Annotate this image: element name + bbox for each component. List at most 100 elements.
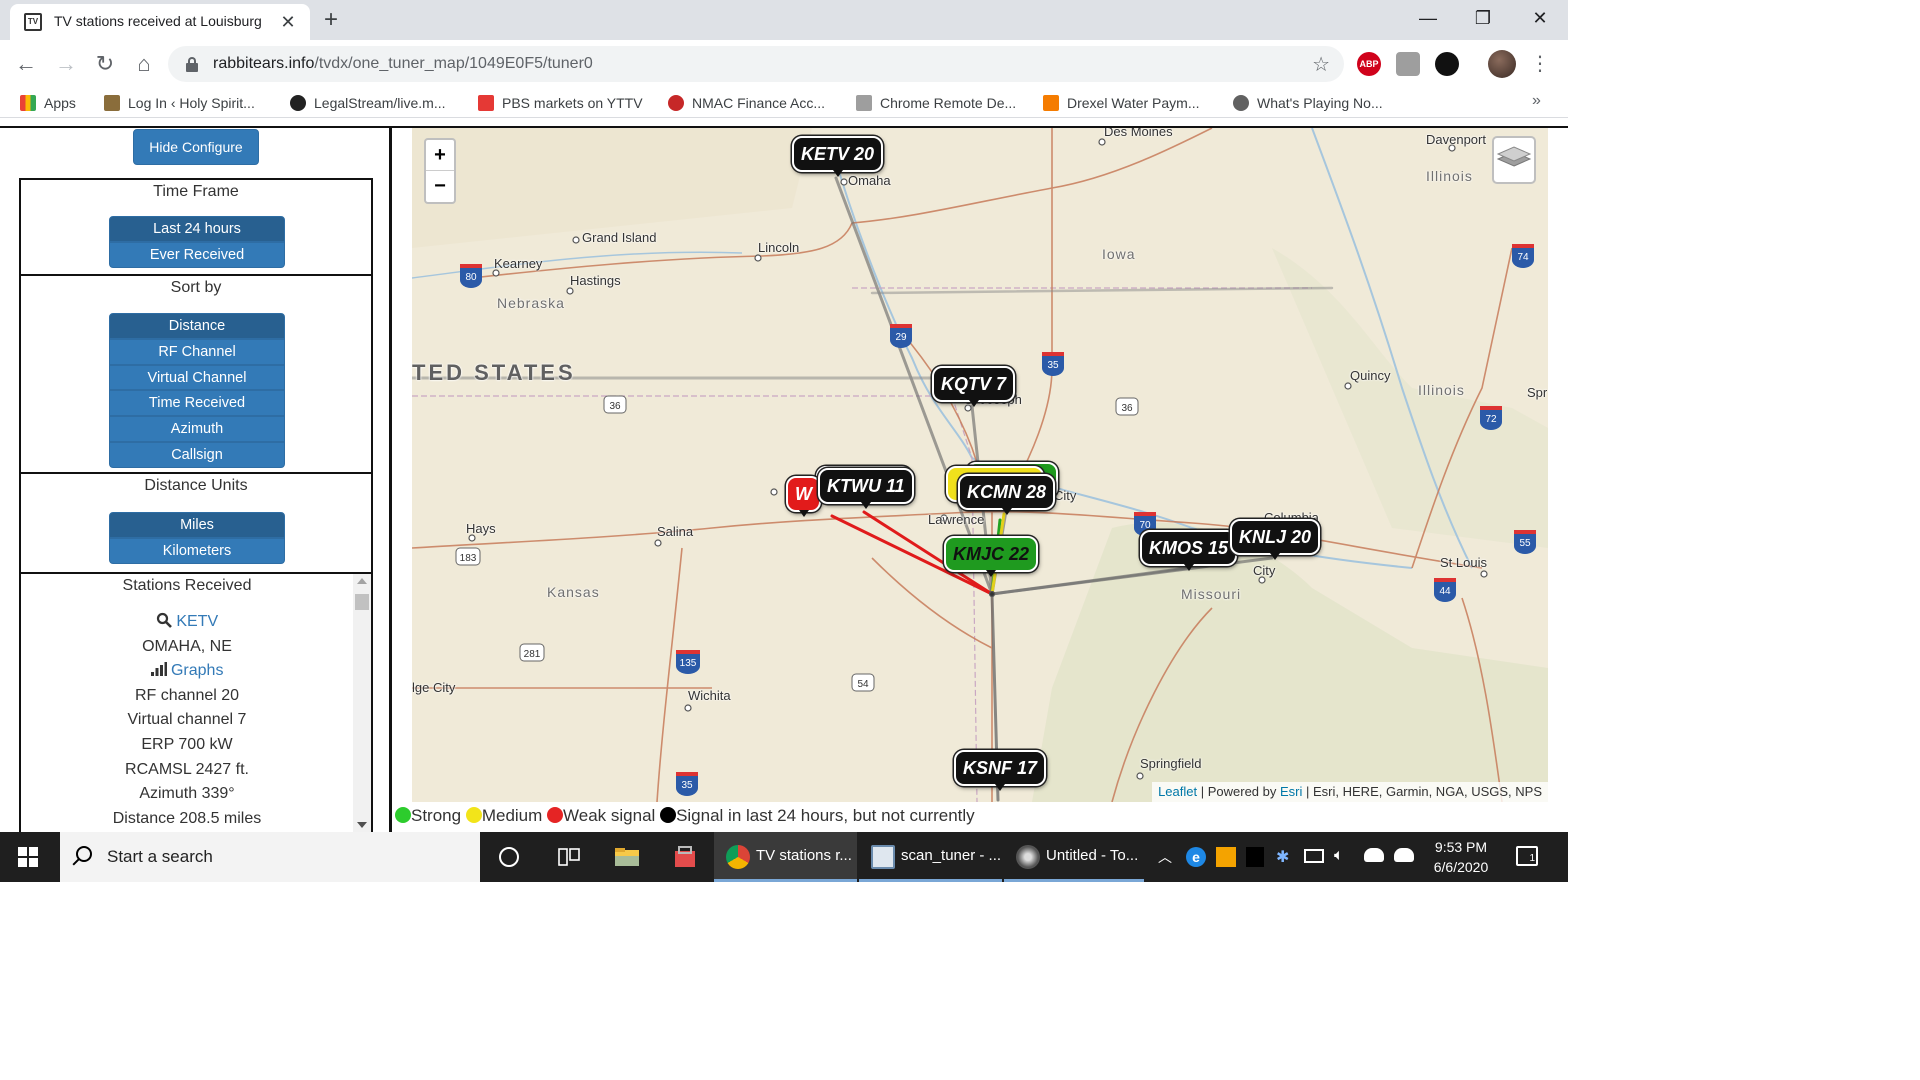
notifications-icon[interactable]: 1 bbox=[1516, 846, 1538, 866]
tray-app-icon[interactable] bbox=[1216, 847, 1236, 867]
tray-chevron-icon[interactable]: ︿ bbox=[1158, 847, 1172, 867]
map-attribution: Leaflet | Powered by Esri | Esri, HERE, … bbox=[1152, 782, 1548, 802]
leaflet-link[interactable]: Leaflet bbox=[1158, 784, 1197, 799]
label-st-louis: St Louis bbox=[1440, 555, 1487, 570]
station-marker-ketv[interactable]: KETV 20 bbox=[792, 136, 884, 177]
station-marker-kmos[interactable]: KMOS 15 bbox=[1140, 530, 1238, 571]
menu-kebab-icon[interactable]: ⋮ bbox=[1530, 50, 1550, 78]
station-marker-ktwu[interactable]: KTWU 11 bbox=[818, 468, 914, 509]
adblock-icon[interactable]: ABP bbox=[1357, 52, 1381, 76]
restore-icon[interactable]: ❐ bbox=[1463, 4, 1503, 32]
sort-distance[interactable]: Distance bbox=[109, 313, 285, 339]
scroll-down-icon[interactable] bbox=[357, 822, 367, 828]
station-marker-kcmn[interactable]: KCMN 28 bbox=[958, 474, 1056, 515]
lock-icon[interactable] bbox=[186, 57, 198, 72]
taskbar-app-scan-tuner[interactable]: scan_tuner - ... bbox=[859, 832, 1002, 882]
station-graphs-link[interactable]: Graphs bbox=[171, 662, 223, 679]
bookmark-whats-playing[interactable]: What's Playing No... bbox=[1233, 93, 1383, 113]
sort-azimuth[interactable]: Azimuth bbox=[109, 416, 285, 442]
onedrive-business-icon[interactable] bbox=[1394, 848, 1414, 862]
esri-link[interactable]: Esri bbox=[1280, 784, 1302, 799]
tab-close-icon[interactable]: ✕ bbox=[276, 10, 300, 34]
reload-icon[interactable]: ↻ bbox=[91, 50, 119, 78]
time-frame-last-24-hours[interactable]: Last 24 hours bbox=[109, 216, 285, 242]
bookmark-chrome-remote[interactable]: Chrome Remote De... bbox=[856, 93, 1016, 113]
more-bookmarks-icon[interactable]: » bbox=[1532, 92, 1541, 110]
taskbar: Start a search TV stations r... scan_tun… bbox=[0, 832, 1568, 882]
station-callsign-row[interactable]: KETV bbox=[21, 610, 353, 635]
label-hastings: Hastings bbox=[570, 273, 621, 288]
cortana-icon[interactable] bbox=[496, 842, 526, 872]
strong-dot-icon bbox=[395, 807, 411, 823]
sort-rf-channel[interactable]: RF Channel bbox=[109, 338, 285, 365]
distance-units-group: Miles Kilometers bbox=[109, 512, 285, 564]
station-marker-knlj[interactable]: KNLJ 20 bbox=[1230, 519, 1321, 560]
onedrive-icon[interactable] bbox=[1364, 848, 1384, 862]
profile-avatar[interactable] bbox=[1488, 50, 1516, 78]
legend-strong: Strong bbox=[411, 806, 462, 825]
sort-virtual-channel[interactable]: Virtual Channel bbox=[109, 364, 285, 391]
stations-scrollbar[interactable] bbox=[353, 574, 371, 834]
station-map[interactable]: 80 29 35 36 36 72 74 70 55 183 281 135 5… bbox=[412, 128, 1548, 802]
store-icon[interactable] bbox=[670, 842, 700, 872]
volume-icon[interactable]: 🔈︎ bbox=[1334, 847, 1344, 865]
privacy-extension-icon[interactable] bbox=[1435, 52, 1459, 76]
units-kilometers[interactable]: Kilometers bbox=[109, 537, 285, 564]
us-183-shield: 183 bbox=[460, 553, 477, 564]
taskbar-search[interactable]: Start a search bbox=[60, 832, 480, 882]
cast-extension-icon[interactable] bbox=[1396, 52, 1420, 76]
label-illinois: Illinois bbox=[1418, 382, 1465, 398]
zoom-out-button[interactable]: − bbox=[426, 171, 454, 202]
station-marker-kmjc[interactable]: KMJC 22 bbox=[944, 536, 1039, 577]
station-marker-kqtv[interactable]: KQTV 7 bbox=[932, 366, 1016, 407]
station-marker-w[interactable]: W bbox=[786, 476, 821, 517]
bookmark-apps[interactable]: Apps bbox=[20, 93, 76, 113]
stations-received-box[interactable]: Stations Received KETV OMAHA, NE Graphs … bbox=[19, 572, 373, 834]
file-explorer-icon[interactable] bbox=[612, 842, 642, 872]
bookmark-holy-spirit[interactable]: Log In ‹ Holy Spirit... bbox=[104, 93, 255, 113]
edge-icon[interactable]: e bbox=[1186, 847, 1206, 867]
bookmark-legalstream[interactable]: LegalStream/live.m... bbox=[290, 93, 446, 113]
sort-time-received[interactable]: Time Received bbox=[109, 390, 285, 417]
station-callsign-link[interactable]: KETV bbox=[176, 613, 218, 630]
station-marker-ksnf[interactable]: KSNF 17 bbox=[954, 750, 1047, 791]
hide-configure-button[interactable]: Hide Configure bbox=[133, 129, 259, 165]
windows-start-icon[interactable] bbox=[18, 847, 38, 867]
scroll-up-icon[interactable] bbox=[357, 578, 367, 584]
back-icon[interactable]: ← bbox=[12, 50, 40, 78]
github-icon bbox=[290, 95, 306, 111]
url-text[interactable]: rabbitears.info/tvdx/one_tuner_map/1049E… bbox=[213, 55, 593, 73]
minimize-icon[interactable]: — bbox=[1408, 4, 1448, 32]
taskbar-app-label: TV stations r... bbox=[756, 847, 852, 864]
browser-tab[interactable]: TV TV stations received at Louisburg ✕ bbox=[10, 4, 310, 40]
new-tab-icon[interactable]: + bbox=[318, 7, 344, 33]
tray-black-icon[interactable] bbox=[1246, 847, 1264, 867]
units-miles[interactable]: Miles bbox=[109, 512, 285, 538]
address-bar[interactable]: rabbitears.info/tvdx/one_tuner_map/1049E… bbox=[168, 46, 1344, 82]
bookmark-drexel[interactable]: Drexel Water Paym... bbox=[1043, 93, 1200, 113]
taskbar-clock[interactable]: 9:53 PM 6/6/2020 bbox=[1430, 837, 1492, 877]
sort-callsign[interactable]: Callsign bbox=[109, 441, 285, 468]
station-graphs-row[interactable]: Graphs bbox=[21, 659, 353, 684]
bookmark-star-icon[interactable]: ☆ bbox=[1312, 52, 1330, 77]
forward-icon[interactable]: → bbox=[52, 50, 80, 78]
home-icon[interactable]: ⌂ bbox=[130, 50, 158, 78]
task-view-icon[interactable] bbox=[554, 842, 584, 872]
chrome-icon bbox=[726, 845, 750, 869]
scroll-thumb[interactable] bbox=[355, 594, 369, 610]
bookmark-nmac[interactable]: NMAC Finance Acc... bbox=[668, 93, 825, 113]
layers-button[interactable] bbox=[1492, 136, 1536, 184]
time-frame-ever-received[interactable]: Ever Received bbox=[109, 241, 285, 268]
bookmark-pbs[interactable]: PBS markets on YTTV bbox=[478, 93, 643, 113]
bluetooth-icon[interactable]: ✱ bbox=[1276, 847, 1289, 867]
close-window-icon[interactable]: ✕ bbox=[1520, 4, 1560, 32]
taskbar-app-chrome[interactable]: TV stations r... bbox=[714, 832, 857, 882]
zoom-in-button[interactable]: + bbox=[426, 140, 454, 171]
clock-time: 9:53 PM bbox=[1434, 839, 1488, 855]
taskbar-app-untitled[interactable]: Untitled - To... bbox=[1004, 832, 1144, 882]
label-wichita: Wichita bbox=[688, 688, 731, 703]
layers-icon bbox=[1496, 146, 1532, 167]
network-icon[interactable] bbox=[1304, 849, 1324, 863]
sort-by-box: Sort by Distance RF Channel Virtual Chan… bbox=[19, 274, 373, 474]
distance-units-box: Distance Units Miles Kilometers bbox=[19, 472, 373, 574]
